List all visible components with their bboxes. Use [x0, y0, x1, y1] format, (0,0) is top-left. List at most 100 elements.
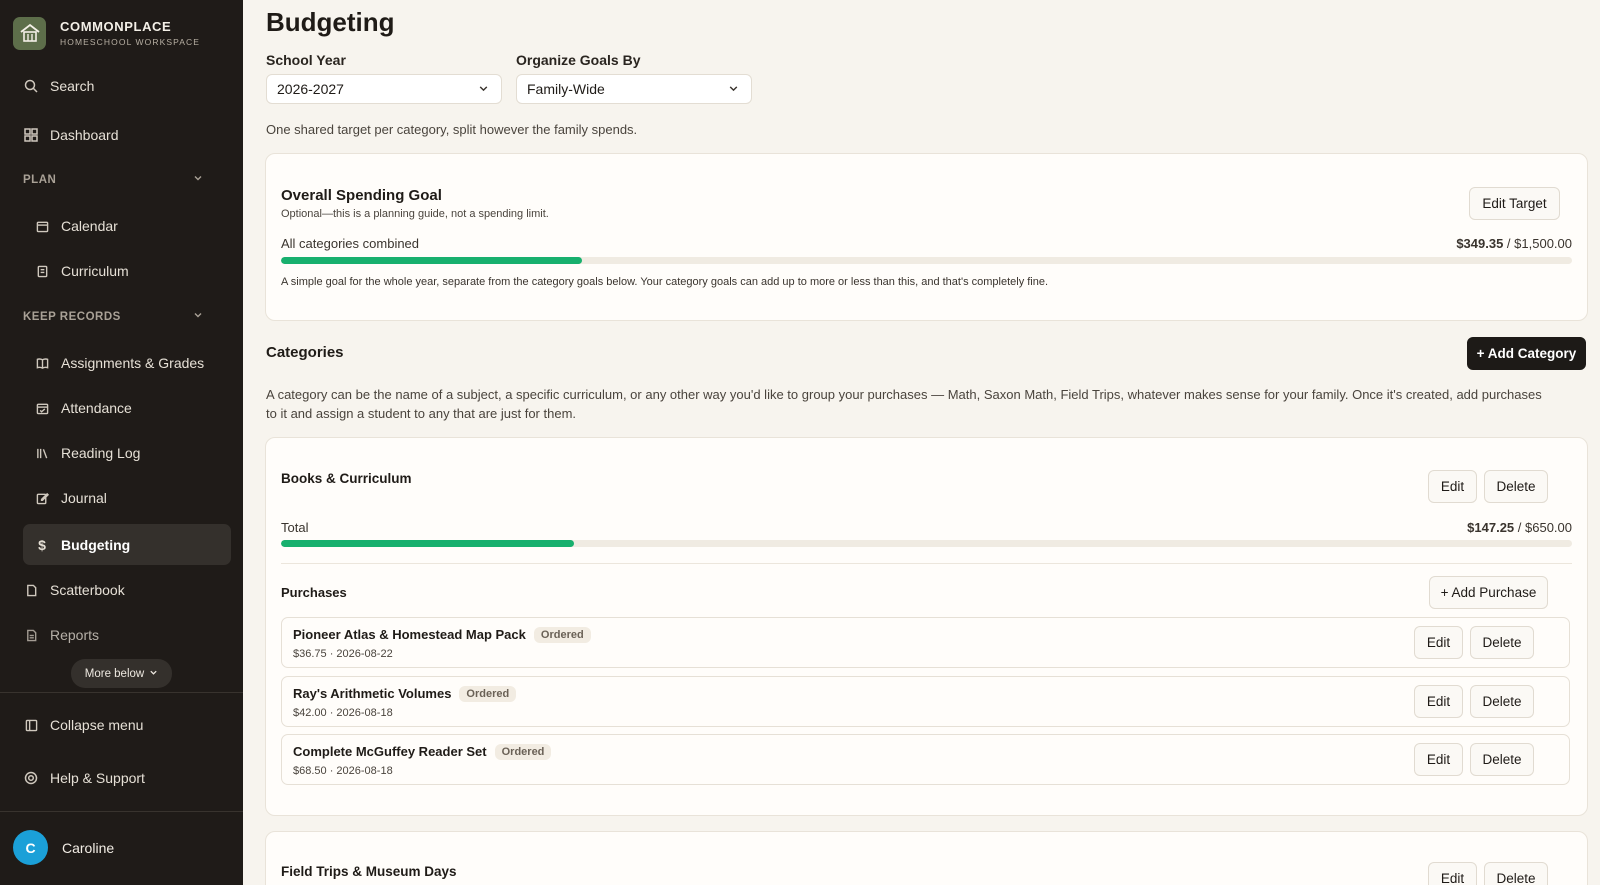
sidebar-item-label: Dashboard: [50, 127, 119, 143]
school-year-value: 2026-2027: [277, 81, 344, 97]
notebook-icon: [35, 264, 49, 278]
list-item: Ray's Arithmetic Volumes Ordered $42.00 ·…: [281, 676, 1570, 727]
lifebuoy-icon: [24, 771, 38, 785]
category-divider: [281, 563, 1572, 564]
calendar-icon: [35, 219, 49, 233]
overall-goal-subtitle: Optional—this is a planning guide, not a…: [281, 208, 549, 220]
main-content: Budgeting School Year 2026-2027 Organize…: [243, 0, 1600, 885]
user-name[interactable]: Caroline: [62, 840, 114, 856]
sidebar-divider: [0, 692, 243, 693]
chevron-down-icon: [728, 81, 739, 97]
overall-target: $1,500.00: [1514, 236, 1572, 251]
more-below-label: More below: [84, 667, 145, 680]
calendar-check-icon: [35, 401, 49, 415]
chevron-down-icon: [193, 310, 203, 323]
book-open-icon: [35, 356, 49, 370]
school-year-select[interactable]: 2026-2027: [266, 74, 502, 104]
file-icon: [24, 583, 38, 597]
brand[interactable]: COMMONPLACE HOMESCHOOL WORKSPACE: [13, 16, 200, 50]
purchase-name: Pioneer Atlas & Homestead Map Pack: [293, 627, 526, 642]
edit-purchase-button[interactable]: Edit: [1414, 743, 1463, 776]
sidebar-item-label: Budgeting: [61, 537, 131, 553]
delete-category-button[interactable]: Delete: [1484, 862, 1548, 885]
sidebar-item-label: Scatterbook: [50, 582, 125, 598]
purchase-meta: $68.50 · 2026-08-18: [293, 765, 393, 777]
sidebar-item-journal[interactable]: Journal: [35, 479, 230, 517]
purchase-title: Ray's Arithmetic Volumes Ordered: [293, 686, 517, 702]
delete-category-button[interactable]: Delete: [1484, 470, 1548, 503]
library-icon: [35, 446, 49, 460]
section-plan-label: PLAN: [23, 173, 57, 186]
overall-goal-card: Overall Spending Goal Optional—this is a…: [265, 153, 1588, 321]
edit-purchase-button[interactable]: Edit: [1414, 626, 1463, 659]
organize-goals-value: Family-Wide: [527, 81, 605, 97]
purchase-name: Complete McGuffey Reader Set: [293, 744, 487, 759]
grid-icon: [24, 128, 38, 142]
school-year-label: School Year: [266, 52, 346, 68]
delete-purchase-button[interactable]: Delete: [1470, 626, 1534, 659]
sidebar-item-reports[interactable]: Reports: [24, 616, 230, 654]
organize-goals-label: Organize Goals By: [516, 52, 641, 68]
status-badge: Ordered: [494, 744, 552, 760]
overall-amount: $349.35 / $1,500.00: [1456, 236, 1572, 251]
search-icon: [24, 79, 38, 93]
dollar-icon: $: [38, 537, 46, 553]
brand-subtitle: HOMESCHOOL WORKSPACE: [60, 37, 201, 47]
category-name: Field Trips & Museum Days: [281, 864, 457, 879]
edit-purchase-button[interactable]: Edit: [1414, 685, 1463, 718]
category-progress-bar: [281, 540, 1572, 547]
delete-purchase-button[interactable]: Delete: [1470, 743, 1534, 776]
page-title: Budgeting: [266, 7, 395, 37]
category-amount: $147.25 / $650.00: [1467, 520, 1572, 535]
category-card-field-trips: Field Trips & Museum Days Edit Delete: [265, 831, 1588, 885]
section-records-toggle[interactable]: KEEP RECORDS: [23, 310, 203, 323]
organize-hint: One shared target per category, split ho…: [266, 122, 638, 137]
sidebar-item-budgeting[interactable]: $ Budgeting: [35, 526, 230, 564]
overall-goal-title: Overall Spending Goal: [281, 187, 442, 204]
edit-category-button[interactable]: Edit: [1428, 470, 1477, 503]
sidebar-item-reading-log[interactable]: Reading Log: [35, 434, 230, 472]
edit-target-button[interactable]: Edit Target: [1469, 187, 1560, 220]
sidebar-item-label: Curriculum: [61, 263, 129, 279]
chevron-down-icon: [193, 173, 203, 186]
sidebar-item-label: Journal: [61, 490, 107, 506]
sidebar-item-label: Search: [50, 78, 95, 94]
section-records-label: KEEP RECORDS: [23, 310, 121, 323]
avatar[interactable]: C: [13, 830, 48, 865]
overall-spent: $349.35: [1456, 236, 1504, 251]
sidebar-item-label: Reading Log: [61, 445, 141, 461]
sidebar-item-label: Assignments & Grades: [61, 355, 205, 371]
purchase-title: Complete McGuffey Reader Set Ordered: [293, 744, 552, 760]
purchase-meta: $36.75 · 2026-08-22: [293, 648, 393, 660]
section-plan-toggle[interactable]: PLAN: [23, 173, 203, 186]
sidebar-item-dashboard[interactable]: Dashboard: [24, 116, 230, 154]
collapse-menu-button[interactable]: Collapse menu: [24, 706, 230, 744]
brand-name: COMMONPLACE: [60, 19, 172, 34]
add-category-button[interactable]: + Add Category: [1467, 337, 1586, 370]
help-support-link[interactable]: Help & Support: [24, 759, 230, 797]
sidebar-item-assignments[interactable]: Assignments & Grades: [35, 344, 230, 382]
add-purchase-button[interactable]: + Add Purchase: [1429, 576, 1548, 609]
category-spent: $147.25: [1467, 520, 1515, 535]
file-text-icon: [24, 628, 38, 642]
delete-purchase-button[interactable]: Delete: [1470, 685, 1534, 718]
sidebar-item-label: Reports: [50, 627, 100, 643]
sidebar-item-curriculum[interactable]: Curriculum: [35, 252, 230, 290]
help-support-label: Help & Support: [50, 770, 145, 786]
house-logo-icon: [13, 16, 46, 50]
sidebar-divider: [0, 811, 243, 812]
category-card-books: Books & Curriculum Edit Delete Total $14…: [265, 437, 1588, 816]
sidebar-item-attendance[interactable]: Attendance: [35, 389, 230, 427]
edit-category-button[interactable]: Edit: [1428, 862, 1477, 885]
sidebar-item-scatterbook[interactable]: Scatterbook: [24, 571, 230, 609]
categories-description: A category can be the name of a subject,…: [266, 387, 1542, 421]
more-below-button[interactable]: More below: [71, 659, 172, 688]
organize-goals-select[interactable]: Family-Wide: [516, 74, 752, 104]
sidebar-item-calendar[interactable]: Calendar: [35, 207, 230, 245]
sidebar-item-search[interactable]: Search: [24, 67, 230, 105]
category-target: $650.00: [1525, 520, 1572, 535]
category-name: Books & Curriculum: [281, 471, 412, 486]
overall-note: A simple goal for the whole year, separa…: [281, 276, 1049, 288]
purchase-meta: $42.00 · 2026-08-18: [293, 707, 393, 719]
edit-icon: [35, 491, 49, 505]
